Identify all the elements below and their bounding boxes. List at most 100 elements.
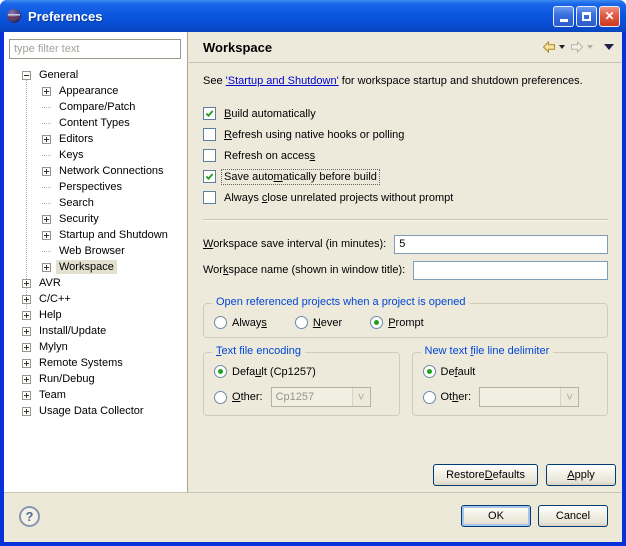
tree-item-security[interactable]: Security <box>4 211 187 227</box>
apply-button[interactable]: Apply <box>546 464 616 486</box>
filter-input[interactable] <box>9 39 181 59</box>
plus-expander-icon[interactable] <box>42 135 51 144</box>
plus-expander-icon[interactable] <box>42 167 51 176</box>
checkbox-build-automatically[interactable]: Build automatically <box>203 103 608 124</box>
tree-item-c-c-[interactable]: C/C++ <box>4 291 187 307</box>
description-text: See <box>203 75 226 87</box>
save-interval-input[interactable] <box>394 235 608 254</box>
tree-item-perspectives[interactable]: Perspectives <box>4 179 187 195</box>
help-icon[interactable]: ? <box>19 506 40 527</box>
tree-item-compare-patch[interactable]: Compare/Patch <box>4 99 187 115</box>
tree-item-editors[interactable]: Editors <box>4 131 187 147</box>
tree-item-label: Security <box>56 212 102 226</box>
radio-delimiter-default[interactable]: Default <box>423 365 598 378</box>
workspace-preferences-page: Workspace <box>189 32 622 492</box>
radio-never[interactable]: Never <box>295 316 342 329</box>
close-icon[interactable]: ✕ <box>599 6 620 27</box>
plus-expander-icon[interactable] <box>22 391 31 400</box>
back-button[interactable] <box>540 38 566 56</box>
tree-item-workspace[interactable]: Workspace <box>4 259 187 275</box>
maximize-icon[interactable] <box>576 6 597 27</box>
tree-item-appearance[interactable]: Appearance <box>4 83 187 99</box>
delimiter-combo[interactable]: ˅ <box>479 387 579 407</box>
radio-encoding-other[interactable]: Other: Cp1257 ˅ <box>214 387 389 407</box>
checkbox-save-before-build[interactable]: Save automatically before build <box>203 166 608 187</box>
checkbox-label: Refresh using native hooks or polling <box>222 128 406 142</box>
workspace-name-input[interactable] <box>413 261 608 280</box>
tree-guide-line <box>42 155 51 156</box>
forward-button[interactable] <box>568 38 594 56</box>
checkbox-label: Always close unrelated projects without … <box>222 191 455 205</box>
restore-defaults-button[interactable]: Restore Defaults <box>433 464 538 486</box>
plus-expander-icon[interactable] <box>22 295 31 304</box>
radio-label: Default (Cp1257) <box>232 366 316 378</box>
tree-item-label: Search <box>56 196 97 210</box>
tree-item-web-browser[interactable]: Web Browser <box>4 243 187 259</box>
plus-expander-icon[interactable] <box>42 87 51 96</box>
tree-item-mylyn[interactable]: Mylyn <box>4 339 187 355</box>
combo-value <box>480 388 560 406</box>
minus-expander-icon[interactable] <box>22 71 31 80</box>
radio-label: Other: <box>441 391 472 403</box>
radio-label: Never <box>313 317 342 329</box>
plus-expander-icon[interactable] <box>22 375 31 384</box>
checkbox-close-unrelated-projects[interactable]: Always close unrelated projects without … <box>203 187 608 208</box>
forward-dropdown-icon[interactable] <box>587 45 593 49</box>
group-title: New text file line delimiter <box>421 345 554 357</box>
plus-expander-icon[interactable] <box>22 343 31 352</box>
plus-expander-icon[interactable] <box>42 231 51 240</box>
radio-delimiter-other[interactable]: Other: ˅ <box>423 387 598 407</box>
encoding-combo[interactable]: Cp1257 ˅ <box>271 387 371 407</box>
radio-always[interactable]: Always <box>214 316 267 329</box>
line-delimiter-group: New text file line delimiter Default Oth… <box>412 352 609 416</box>
plus-expander-icon[interactable] <box>22 359 31 368</box>
tree-item-startup-and-shutdown[interactable]: Startup and Shutdown <box>4 227 187 243</box>
plus-expander-icon[interactable] <box>22 279 31 288</box>
save-interval-row: Workspace save interval (in minutes): <box>203 231 608 257</box>
tree-guide-line <box>42 203 51 204</box>
tree-item-general[interactable]: General <box>4 67 187 83</box>
back-dropdown-icon[interactable] <box>559 45 565 49</box>
startup-shutdown-link[interactable]: 'Startup and Shutdown' <box>226 75 339 87</box>
tree-item-network-connections[interactable]: Network Connections <box>4 163 187 179</box>
preferences-window: Preferences ✕ GeneralAppearanceCompare/P… <box>0 0 626 546</box>
checkbox-refresh-native-hooks[interactable]: Refresh using native hooks or polling <box>203 124 608 145</box>
tree-item-label: Web Browser <box>56 244 128 258</box>
cancel-button[interactable]: Cancel <box>538 505 608 527</box>
tree-item-run-debug[interactable]: Run/Debug <box>4 371 187 387</box>
radio-label: Other: <box>232 391 263 403</box>
tree-item-install-update[interactable]: Install/Update <box>4 323 187 339</box>
plus-expander-icon[interactable] <box>22 327 31 336</box>
radio-prompt[interactable]: Prompt <box>370 316 423 329</box>
back-arrow-icon <box>541 39 557 55</box>
tree-item-label: Content Types <box>56 116 133 130</box>
radio-encoding-default[interactable]: Default (Cp1257) <box>214 365 389 378</box>
preferences-tree: GeneralAppearanceCompare/PatchContent Ty… <box>4 65 187 419</box>
plus-expander-icon[interactable] <box>42 263 51 272</box>
radio-icon <box>423 365 436 378</box>
section-divider <box>203 219 608 221</box>
tree-item-search[interactable]: Search <box>4 195 187 211</box>
chevron-down-icon: ˅ <box>352 388 370 406</box>
chevron-down-icon: ˅ <box>560 388 578 406</box>
checkbox-refresh-on-access[interactable]: Refresh on access <box>203 145 608 166</box>
tree-item-avr[interactable]: AVR <box>4 275 187 291</box>
tree-item-help[interactable]: Help <box>4 307 187 323</box>
tree-item-keys[interactable]: Keys <box>4 147 187 163</box>
title-bar[interactable]: Preferences ✕ <box>0 0 626 32</box>
tree-item-remote-systems[interactable]: Remote Systems <box>4 355 187 371</box>
plus-expander-icon[interactable] <box>22 311 31 320</box>
page-title: Workspace <box>203 40 272 55</box>
tree-item-label: C/C++ <box>36 292 74 306</box>
group-title: Text file encoding <box>212 345 305 357</box>
ok-button[interactable]: OK <box>461 505 531 527</box>
plus-expander-icon[interactable] <box>22 407 31 416</box>
minimize-icon[interactable] <box>553 6 574 27</box>
tree-item-team[interactable]: Team <box>4 387 187 403</box>
checkbox-icon <box>203 107 216 120</box>
plus-expander-icon[interactable] <box>42 215 51 224</box>
view-menu-icon[interactable] <box>604 44 614 50</box>
checkbox-label: Refresh on access <box>222 149 317 163</box>
tree-item-content-types[interactable]: Content Types <box>4 115 187 131</box>
tree-item-usage-data-collector[interactable]: Usage Data Collector <box>4 403 187 419</box>
